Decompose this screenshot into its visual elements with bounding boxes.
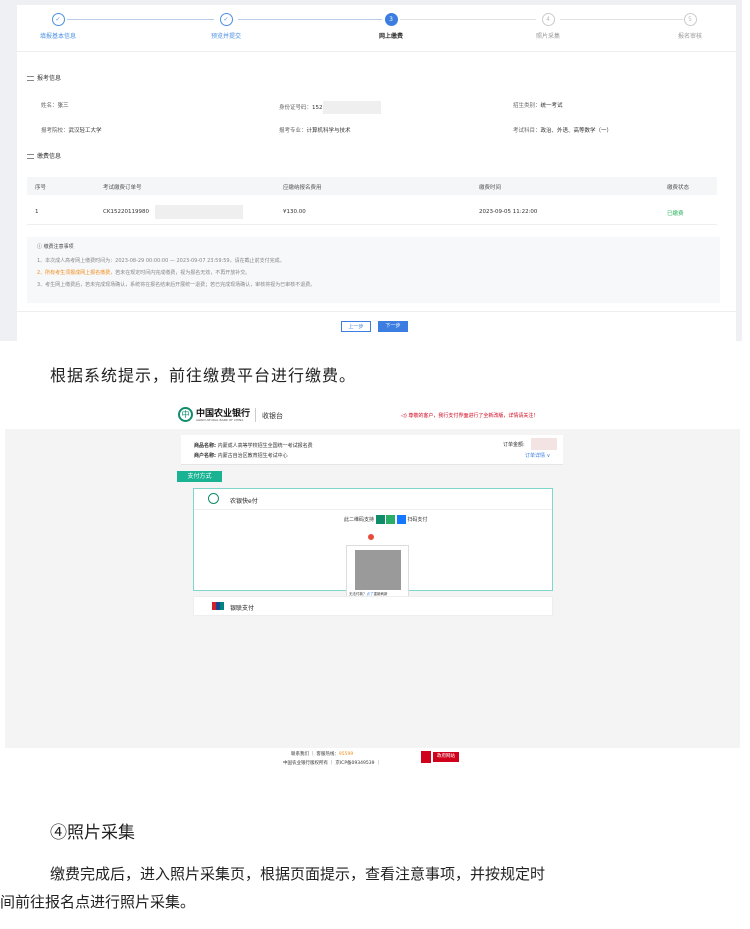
scan-hint: 此二维码支持 扫码支付 [344, 515, 428, 524]
payment-table-header: 序号 考试缴费订单号 应缴纳报名费用 缴费时间 缴费状态 [27, 177, 717, 195]
registration-card: ✓ 填报基本信息 ✓ 预览并提交 3 网上缴费 4 照片采集 5 报名审核 报考… [17, 5, 736, 341]
paragraph-2: 缴费完成后，进入照片采集页，根据页面提示，查看注意事项，并按规定时 间前往报名点… [0, 865, 546, 911]
step-number: 5 [683, 13, 697, 26]
step-2[interactable]: ✓ 预览并提交 [181, 13, 271, 40]
next-button[interactable]: 下一步 [378, 321, 408, 332]
alipay-icon [396, 515, 406, 524]
list-icon [27, 154, 34, 159]
cashier-title: 收银台 [262, 412, 283, 420]
divider [255, 408, 256, 422]
step-number: 3 [384, 13, 398, 26]
progress-steps: ✓ 填报基本信息 ✓ 预览并提交 3 网上缴费 4 照片采集 5 报名审核 [17, 5, 736, 51]
gov-site-badge[interactable]: 政府网站 [433, 752, 459, 762]
divider [17, 311, 736, 312]
step-number: 4 [541, 13, 555, 26]
order-detail-link[interactable]: 订单详情 ∨ [525, 452, 550, 459]
order-summary: 商品名称: 内蒙成人高等学校招生全国统一考试报名费 商户名称: 内蒙古自治区教育… [181, 435, 563, 465]
table-row: 1 CK15220119980 ¥130.00 2023-09-05 11:22… [27, 203, 717, 225]
prev-button[interactable]: 上一步 [341, 321, 371, 332]
payment-method-tab[interactable]: 支付方式 [177, 471, 222, 482]
step-label: 预览并提交 [210, 33, 241, 40]
check-icon: ✓ [51, 13, 65, 26]
step-label: 报名审核 [677, 33, 702, 40]
registration-screenshot: ✓ 填报基本信息 ✓ 预览并提交 3 网上缴费 4 照片采集 5 报名审核 报考… [0, 0, 742, 341]
qr-code[interactable]: 无法付款？点了重新刷新 [346, 545, 409, 601]
check-icon: ✓ [219, 13, 233, 26]
bank-cashier-screenshot: 中 中国农业银行 AGRICULTURAL BANK OF CHINA 收银台 … [5, 402, 740, 770]
unionpay-icon [212, 602, 224, 610]
payment-section-header: 缴费信息 [27, 151, 61, 160]
gov-site-icon [421, 751, 431, 763]
divider [17, 51, 736, 52]
notice-title: ⓘ 缴费注意事项 [37, 244, 74, 250]
step-label: 照片采集 [535, 33, 560, 40]
bank-name-en: AGRICULTURAL BANK OF CHINA [196, 418, 244, 422]
redaction [155, 205, 243, 219]
unionpay-option[interactable]: 银联支付 [193, 596, 553, 616]
bank-header: 中 中国农业银行 AGRICULTURAL BANK OF CHINA 收银台 … [5, 402, 740, 429]
redaction [531, 438, 557, 450]
id-field: 身份证号码：152 [279, 101, 381, 114]
step-1[interactable]: ✓ 填报基本信息 [13, 13, 103, 40]
status-badge: 已缴费 [667, 211, 684, 217]
abc-logo-icon: 中 [178, 407, 193, 422]
redaction [322, 101, 381, 114]
divider [194, 509, 552, 510]
qr-code-icon [355, 550, 401, 590]
subjects-field: 考试科目：政治、外语、高等数学（一） [513, 128, 613, 134]
announcement[interactable]: ◁) 尊敬的客户，我行支付界面进行了全新改版，详情请关注! [401, 412, 535, 419]
category-field: 招生类别：统一考试 [513, 103, 563, 109]
step-5[interactable]: 5 报名审核 [645, 13, 735, 40]
step-3[interactable]: 3 网上缴费 [346, 13, 436, 40]
info-section-header: 报考信息 [27, 73, 61, 82]
info-icon: ⓘ [37, 244, 44, 250]
bank-footer: 联系我们 ｜ 客服热线：95599 中国农业银行版权所有 ｜ 京ICP备0934… [5, 748, 740, 770]
abc-app-icon [375, 515, 385, 524]
list-icon [27, 76, 34, 81]
step-label: 网上缴费 [378, 33, 403, 40]
section-heading: ④照片采集 [50, 823, 135, 843]
paragraph-1: 根据系统提示，前往缴费平台进行缴费。 [50, 366, 357, 385]
school-field: 报考院校：武汉轻工大学 [41, 128, 102, 134]
major-field: 报考专业：计算机科学与技术 [279, 128, 351, 134]
step-4[interactable]: 4 照片采集 [503, 13, 593, 40]
wechat-icon [386, 515, 396, 524]
step-label: 填报基本信息 [39, 33, 76, 40]
name-field: 姓名：张三 [41, 103, 69, 109]
epay-title: 农银快e付 [230, 498, 258, 505]
page: ✓ 填报基本信息 ✓ 预览并提交 3 网上缴费 4 照片采集 5 报名审核 报考… [0, 0, 750, 929]
abc-logo-icon [208, 493, 219, 504]
payment-notice: ⓘ 缴费注意事项 1、本次成人高考网上缴费时间为：2023-08-29 00:0… [27, 237, 720, 303]
epay-panel: 农银快e付 此二维码支持 扫码支付 无法付款？点了重新刷新 [193, 488, 553, 601]
alert-dot-icon [368, 534, 374, 540]
